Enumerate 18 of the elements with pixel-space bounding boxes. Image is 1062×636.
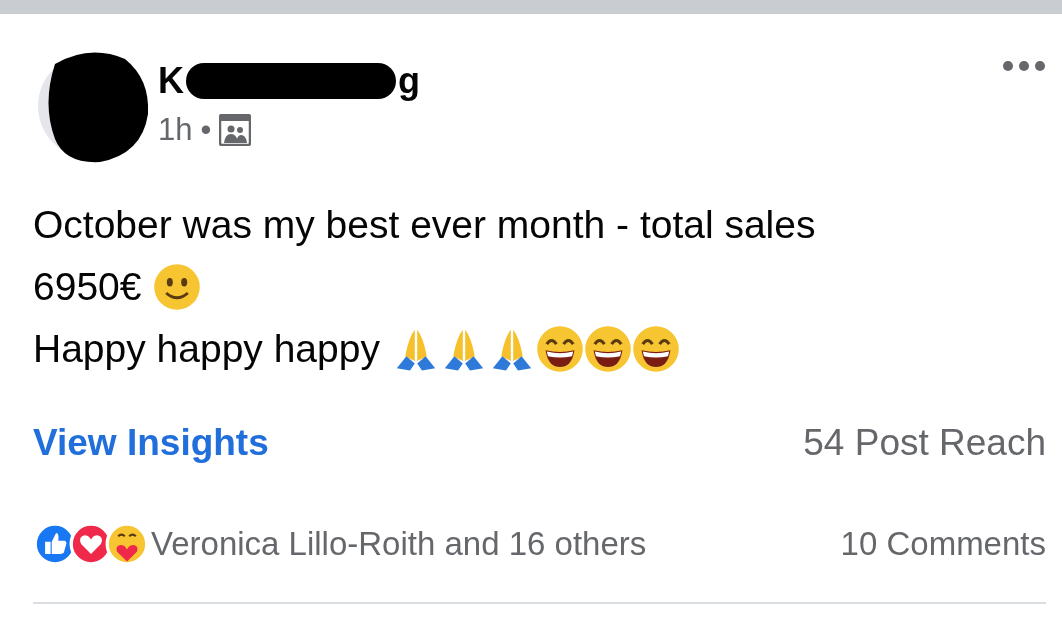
view-insights-link[interactable]: View Insights — [33, 422, 269, 464]
grinning-emoji-icon — [535, 325, 584, 373]
post-text: 6950€ — [33, 265, 142, 309]
grinning-emoji-icon — [631, 325, 680, 373]
author-name[interactable]: K — [158, 60, 184, 102]
post-time[interactable]: 1h — [158, 112, 193, 148]
reactors-text[interactable]: Veronica Lillo-Roith and 16 others — [151, 525, 647, 563]
comments-count[interactable]: 10 Comments — [840, 525, 1046, 563]
author-name[interactable]: g — [398, 60, 420, 102]
grinning-emoji-icon — [583, 325, 632, 373]
post-reach: 54 Post Reach — [803, 422, 1046, 464]
hugging-heart-reaction-icon — [105, 522, 149, 566]
smiley-emoji-icon — [153, 263, 202, 311]
post-text: October was my best ever month - total sales — [33, 203, 816, 247]
group-icon — [219, 114, 252, 146]
separator: • — [200, 112, 212, 148]
more-options-icon[interactable] — [1002, 60, 1046, 72]
post-text: Happy happy happy — [33, 327, 380, 371]
